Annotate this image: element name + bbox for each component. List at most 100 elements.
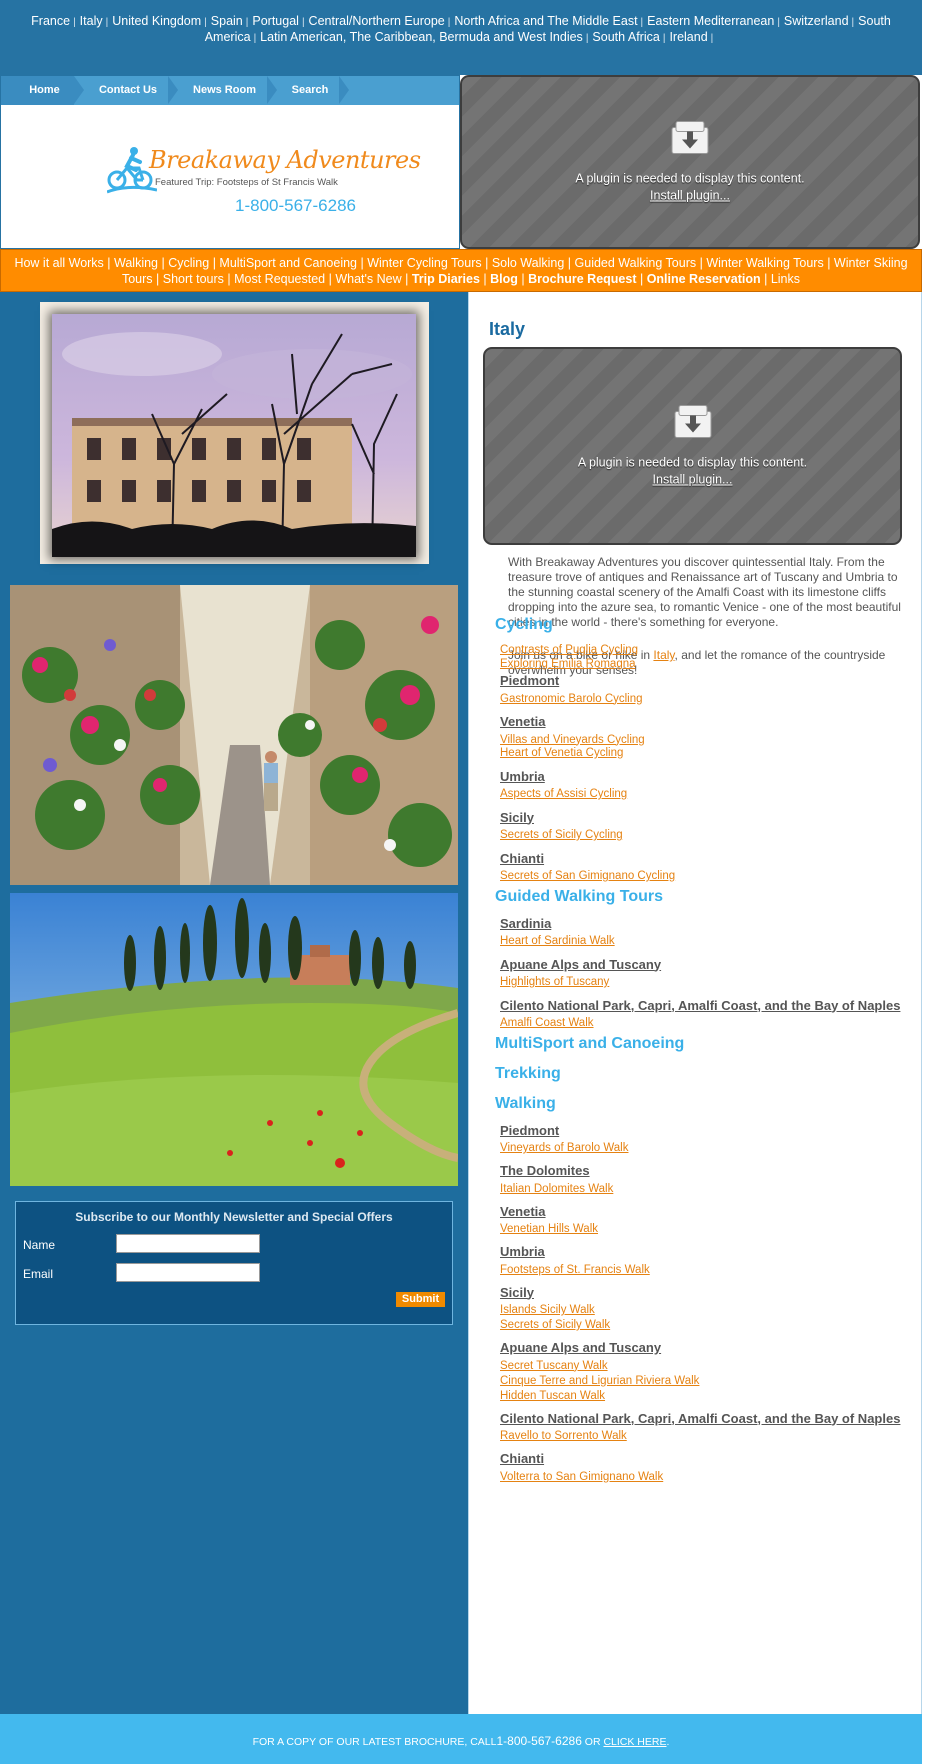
country-link-portugal[interactable]: Portugal [252,14,299,28]
trip-link-cinque-terre-and-ligurian-riviera-walk[interactable]: Cinque Terre and Ligurian Riviera Walk [500,1375,699,1387]
footer-phone: 1-800-567-6286 [496,1734,582,1748]
category-link-blog[interactable]: Blog [490,272,518,286]
section-heading-cycling: Cycling [495,616,553,633]
region-heading-venetia[interactable]: Venetia [500,1204,546,1219]
region-heading-piedmont[interactable]: Piedmont [500,673,559,688]
category-link-winter-cycling-tours[interactable]: Winter Cycling Tours [367,256,481,270]
category-link-short-tours[interactable]: Short tours [163,272,224,286]
main-nav: Home Contact Us News Room Search [1,76,459,105]
nav-search[interactable]: Search [267,76,349,105]
separator: | [851,17,855,28]
logo-tagline: Featured Trip: Footsteps of St Francis W… [155,177,338,188]
install-plugin-link[interactable]: Install plugin... [485,472,900,489]
trip-link-ravello-to-sorrento-walk[interactable]: Ravello to Sorrento Walk [500,1430,627,1442]
trip-link-secrets-of-sicily-cycling[interactable]: Secrets of Sicily Cycling [500,829,623,841]
category-link-walking[interactable]: Walking [114,256,158,270]
region-heading-the-dolomites[interactable]: The Dolomites [500,1163,590,1178]
trip-link-italian-dolomites-walk[interactable]: Italian Dolomites Walk [500,1183,613,1195]
category-link-links[interactable]: Links [771,272,800,286]
separator: | [223,271,235,286]
trip-link-heart-of-venetia-cycling[interactable]: Heart of Venetia Cycling [500,747,623,759]
trip-link-venetian-hills-walk[interactable]: Venetian Hills Walk [500,1223,598,1235]
separator: | [158,256,169,270]
footer-text: . [666,1736,670,1748]
trip-link-contrasts-of-puglia-cycling[interactable]: Contrasts of Puglia Cycling [500,644,638,656]
category-link-solo-walking[interactable]: Solo Walking [492,256,565,270]
country-link-north-africa-and-the-middle-east[interactable]: North Africa and The Middle East [454,14,637,28]
country-link-italy[interactable]: Italy [80,14,103,28]
category-link-multisport-and-canoeing[interactable]: MultiSport and Canoeing [219,256,357,270]
nav-news-room[interactable]: News Room [168,76,277,105]
trip-link-amalfi-coast-walk[interactable]: Amalfi Coast Walk [500,1017,594,1029]
trip-link-heart-of-sardinia-walk[interactable]: Heart of Sardinia Walk [500,935,615,947]
category-link-trip-diaries[interactable]: Trip Diaries [412,272,480,286]
plugin-content: A plugin is needed to display this conte… [485,404,900,489]
email-input[interactable] [116,1263,260,1282]
trip-link-secret-tuscany-walk[interactable]: Secret Tuscany Walk [500,1360,608,1372]
trip-link-footsteps-of-st-francis-walk[interactable]: Footsteps of St. Francis Walk [500,1264,650,1276]
country-link-latin-american-the-caribbean-bermuda-and-west-indies[interactable]: Latin American, The Caribbean, Bermuda a… [260,30,583,44]
click-here-link[interactable]: CLICK HERE [603,1736,666,1748]
country-link-eastern-mediterranean[interactable]: Eastern Mediterranean [647,14,774,28]
main-content: Italy A plugin is needed to display this… [468,292,922,1714]
logo-title: Breakaway Adventures [149,146,421,174]
plugin-placeholder-header: A plugin is needed to display this conte… [460,75,920,249]
separator: | [245,17,249,28]
region-heading-sicily[interactable]: Sicily [500,810,534,825]
name-input[interactable] [116,1234,260,1253]
submit-button[interactable]: Submit [396,1292,445,1307]
region-heading-chianti[interactable]: Chianti [500,1451,544,1466]
trip-link-hidden-tuscan-walk[interactable]: Hidden Tuscan Walk [500,1390,605,1402]
region-heading-sicily[interactable]: Sicily [500,1285,534,1300]
category-link-brochure-request[interactable]: Brochure Request [528,272,636,286]
flower-street-photo [10,585,458,885]
region-heading-chianti[interactable]: Chianti [500,851,544,866]
country-link-switzerland[interactable]: Switzerland [784,14,849,28]
region-heading-cilento-national-park-capri-amalfi-coast-and-the-bay-of-naples[interactable]: Cilento National Park, Capri, Amalfi Coa… [500,998,900,1013]
region-heading-piedmont[interactable]: Piedmont [500,1123,559,1138]
country-link-south-africa[interactable]: South Africa [592,30,659,44]
trip-link-secrets-of-sicily-walk[interactable]: Secrets of Sicily Walk [500,1319,610,1331]
italy-link[interactable]: Italy [653,648,674,662]
region-heading-umbria[interactable]: Umbria [500,769,545,784]
category-link-guided-walking-tours[interactable]: Guided Walking Tours [575,256,697,270]
separator: | [636,271,647,286]
trip-link-vineyards-of-barolo-walk[interactable]: Vineyards of Barolo Walk [500,1142,628,1154]
trip-link-secrets-of-san-gimignano-cycling[interactable]: Secrets of San Gimignano Cycling [500,870,675,882]
section-heading-guided-walking-tours: Guided Walking Tours [495,887,663,905]
separator: | [564,256,575,270]
region-heading-apuane-alps-and-tuscany[interactable]: Apuane Alps and Tuscany [500,957,661,972]
trip-link-volterra-to-san-gimignano-walk[interactable]: Volterra to San Gimignano Walk [500,1471,663,1483]
region-heading-sardinia[interactable]: Sardinia [500,916,551,931]
country-link-united-kingdom[interactable]: United Kingdom [112,14,201,28]
category-link-most-requested[interactable]: Most Requested [234,272,325,286]
trip-link-gastronomic-barolo-cycling[interactable]: Gastronomic Barolo Cycling [500,693,643,705]
separator: | [696,256,707,270]
trip-link-aspects-of-assisi-cycling[interactable]: Aspects of Assisi Cycling [500,788,627,800]
category-link-what-s-new[interactable]: What's New [335,272,401,286]
trip-link-exploring-emilia-romagna[interactable]: Exploring Emilia Romagna [500,658,636,670]
section-heading-trekking: Trekking [495,1064,561,1082]
category-link-cycling[interactable]: Cycling [168,256,209,270]
category-link-winter-walking-tours[interactable]: Winter Walking Tours [706,256,823,270]
region-heading-umbria[interactable]: Umbria [500,1244,545,1259]
country-link-spain[interactable]: Spain [211,14,243,28]
install-plugin-link[interactable]: Install plugin... [462,188,918,205]
trip-link-islands-sicily-walk[interactable]: Islands Sicily Walk [500,1304,595,1316]
country-link-france[interactable]: France [31,14,70,28]
country-link-ireland[interactable]: Ireland [669,30,707,44]
category-link-how-it-all-works[interactable]: How it all Works [14,256,103,270]
trip-link-villas-and-vineyards-cycling[interactable]: Villas and Vineyards Cycling [500,734,645,746]
logo[interactable]: Breakaway Adventures Featured Trip: Foot… [107,144,421,224]
nav-contact-us[interactable]: Contact Us [74,76,178,105]
separator: | [823,256,834,270]
trip-link-highlights-of-tuscany[interactable]: Highlights of Tuscany [500,976,609,988]
newsletter-title: Subscribe to our Monthly Newsletter and … [75,1210,393,1224]
region-heading-cilento-national-park-capri-amalfi-coast-and-the-bay-of-naples[interactable]: Cilento National Park, Capri, Amalfi Coa… [500,1411,900,1426]
region-heading-venetia[interactable]: Venetia [500,714,546,729]
separator: | [662,33,666,44]
country-link-central-northern-europe[interactable]: Central/Northern Europe [309,14,445,28]
region-heading-apuane-alps-and-tuscany[interactable]: Apuane Alps and Tuscany [500,1340,661,1355]
nav-home[interactable]: Home [1,76,84,105]
category-link-online-reservation[interactable]: Online Reservation [647,272,761,286]
